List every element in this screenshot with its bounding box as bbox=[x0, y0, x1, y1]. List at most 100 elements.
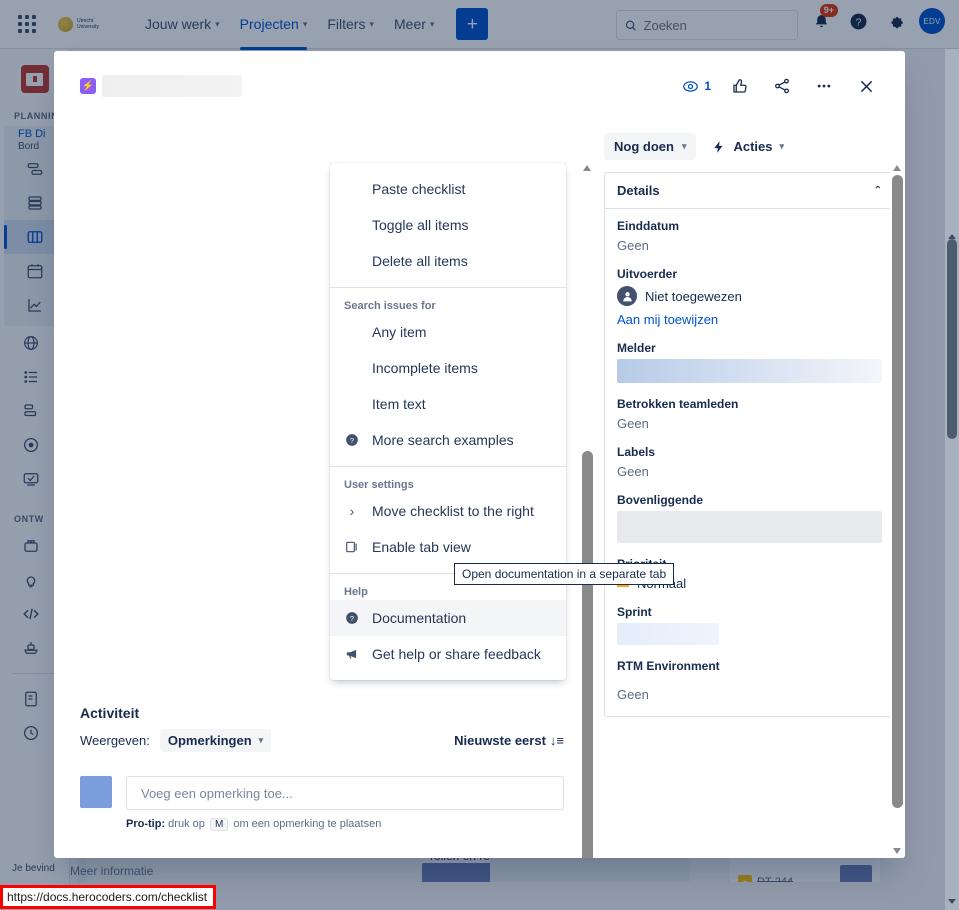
app-root: Utrecht University Jouw werk ▾ Projecten… bbox=[0, 0, 959, 910]
megaphone-icon bbox=[344, 647, 360, 661]
checklist-bolt-icon: ⚡ bbox=[80, 78, 96, 94]
activity-section: Activiteit Weergeven: Opmerkingen ▾ Nieu… bbox=[80, 705, 564, 830]
menu-item-label: Documentation bbox=[372, 610, 466, 626]
status-dropdown[interactable]: Nog doen ▾ bbox=[604, 133, 696, 160]
share-button[interactable] bbox=[769, 73, 795, 99]
field-value-rtm-environment[interactable]: Geen bbox=[617, 687, 882, 702]
scroll-down-arrow-icon[interactable] bbox=[893, 848, 901, 854]
modal-title-area: ⚡ bbox=[80, 75, 242, 97]
menu-item-label: Paste checklist bbox=[372, 181, 465, 197]
sort-descending-icon: ↓≡ bbox=[550, 733, 564, 748]
menu-item-label: Item text bbox=[372, 396, 426, 412]
svg-text:?: ? bbox=[350, 614, 354, 623]
close-icon bbox=[857, 77, 876, 96]
more-actions-button[interactable] bbox=[811, 73, 837, 99]
activity-show-label: Weergeven: bbox=[80, 733, 150, 748]
menu-divider bbox=[330, 466, 566, 467]
scrollbar-thumb[interactable] bbox=[582, 451, 593, 858]
menu-item-get-help-or-share-feedback[interactable]: Get help or share feedback bbox=[330, 636, 566, 672]
field-label-melder: Melder bbox=[617, 341, 882, 355]
page-scrollbar[interactable] bbox=[945, 49, 959, 910]
issue-title-redacted bbox=[102, 75, 242, 97]
field-value-einddatum[interactable]: Geen bbox=[617, 238, 882, 253]
protip-mid: druk op bbox=[168, 818, 205, 830]
protip-key: M bbox=[210, 818, 228, 831]
issue-detail-modal: ⚡ 1 bbox=[54, 51, 905, 858]
chevron-down-icon: ▾ bbox=[780, 141, 785, 152]
activity-filter-dropdown[interactable]: Opmerkingen ▾ bbox=[160, 729, 271, 752]
tab-view-icon bbox=[344, 540, 360, 554]
field-value-sprint-redacted[interactable] bbox=[617, 623, 719, 645]
assign-to-me-link[interactable]: Aan mij toewijzen bbox=[617, 312, 882, 327]
activity-sort-button[interactable]: Nieuwste eerst ↓≡ bbox=[454, 733, 564, 748]
scroll-down-arrow-icon[interactable] bbox=[583, 848, 591, 854]
activity-sort-label: Nieuwste eerst bbox=[454, 733, 546, 748]
menu-group-label-user-settings: User settings bbox=[330, 475, 566, 493]
modal-body: Paste checklist Toggle all items Delete … bbox=[54, 121, 905, 858]
details-panel: Details ⌃ Einddatum Geen Uitvoerder Niet… bbox=[604, 172, 895, 717]
field-label-uitvoerder: Uitvoerder bbox=[617, 267, 882, 281]
comment-input[interactable]: Voeg een opmerking toe... bbox=[126, 776, 564, 810]
field-value-uitvoerder[interactable]: Niet toegewezen bbox=[617, 286, 882, 306]
details-fields: Einddatum Geen Uitvoerder Niet toegeweze… bbox=[605, 209, 894, 716]
scroll-up-arrow-icon[interactable] bbox=[893, 165, 901, 171]
menu-item-toggle-all-items[interactable]: Toggle all items bbox=[330, 207, 566, 243]
chevron-down-icon: ▾ bbox=[259, 735, 264, 746]
scrollbar-thumb[interactable] bbox=[892, 175, 903, 808]
activity-filter-value: Opmerkingen bbox=[168, 733, 252, 748]
field-label-bovenliggende: Bovenliggende bbox=[617, 493, 882, 507]
actions-dropdown[interactable]: Acties ▾ bbox=[712, 139, 784, 154]
more-actions-icon bbox=[815, 77, 833, 95]
modal-left-column: Paste checklist Toggle all items Delete … bbox=[54, 121, 594, 858]
page-scrollbar-thumb[interactable] bbox=[947, 239, 957, 439]
checklist-options-menu: Paste checklist Toggle all items Delete … bbox=[330, 163, 566, 680]
menu-divider bbox=[330, 287, 566, 288]
menu-item-move-checklist-right[interactable]: › Move checklist to the right bbox=[330, 493, 566, 529]
field-value-bovenliggende-redacted[interactable] bbox=[617, 511, 882, 543]
modal-header: ⚡ 1 bbox=[54, 51, 905, 99]
activity-title: Activiteit bbox=[80, 705, 564, 721]
menu-item-delete-all-items[interactable]: Delete all items bbox=[330, 243, 566, 279]
scroll-down-arrow-icon[interactable] bbox=[948, 899, 956, 904]
share-icon bbox=[773, 77, 791, 95]
scroll-up-arrow-icon[interactable] bbox=[583, 165, 591, 171]
menu-item-label: More search examples bbox=[372, 432, 514, 448]
chevron-up-icon[interactable]: ⌃ bbox=[874, 185, 882, 196]
details-scrollbar[interactable] bbox=[890, 161, 905, 858]
documentation-tooltip: Open documentation in a separate tab bbox=[454, 563, 674, 585]
details-panel-header[interactable]: Details ⌃ bbox=[605, 173, 894, 209]
menu-item-documentation[interactable]: ? Documentation bbox=[330, 600, 566, 636]
meer-informatie-link[interactable]: Meer informatie bbox=[70, 864, 153, 878]
avatar-placeholder-icon bbox=[617, 286, 637, 306]
field-value-melder-redacted[interactable] bbox=[617, 359, 882, 383]
field-value-labels[interactable]: Geen bbox=[617, 464, 882, 479]
menu-item-incomplete-items[interactable]: Incomplete items bbox=[330, 350, 566, 386]
details-panel-title: Details bbox=[617, 183, 660, 198]
field-label-labels: Labels bbox=[617, 445, 882, 459]
menu-item-any-item[interactable]: Any item bbox=[330, 314, 566, 350]
activity-controls: Weergeven: Opmerkingen ▾ Nieuwste eerst … bbox=[80, 729, 564, 752]
menu-item-label: Incomplete items bbox=[372, 360, 478, 376]
menu-item-enable-tab-view[interactable]: Enable tab view bbox=[330, 529, 566, 565]
browser-status-bar: https://docs.herocoders.com/checklist bbox=[0, 884, 216, 910]
menu-item-item-text[interactable]: Item text bbox=[330, 386, 566, 422]
protip-prefix: Pro-tip: bbox=[126, 818, 165, 830]
activity-show-group: Weergeven: Opmerkingen ▾ bbox=[80, 729, 271, 752]
menu-item-paste-checklist[interactable]: Paste checklist bbox=[330, 171, 566, 207]
modal-right-column: Nog doen ▾ Acties ▾ Details ⌃ bbox=[594, 121, 905, 858]
menu-group-label-search: Search issues for bbox=[330, 296, 566, 314]
watch-button[interactable]: 1 bbox=[682, 78, 711, 95]
comment-protip: Pro-tip: druk op M om een opmerking te p… bbox=[126, 818, 564, 830]
field-label-einddatum: Einddatum bbox=[617, 219, 882, 233]
protip-suffix: om een opmerking te plaatsen bbox=[233, 818, 381, 830]
checklist-scrollbar[interactable] bbox=[580, 161, 595, 858]
field-value-betrokken-teamleden[interactable]: Geen bbox=[617, 416, 882, 431]
status-value: Nog doen bbox=[614, 139, 674, 154]
comment-composer: Voeg een opmerking toe... bbox=[80, 776, 564, 810]
menu-item-label: Enable tab view bbox=[372, 539, 471, 555]
like-button[interactable] bbox=[727, 73, 753, 99]
modal-header-actions: 1 bbox=[682, 73, 879, 99]
menu-item-more-search-examples[interactable]: ? More search examples bbox=[330, 422, 566, 458]
chevron-down-icon: ▾ bbox=[682, 141, 687, 152]
close-modal-button[interactable] bbox=[853, 73, 879, 99]
